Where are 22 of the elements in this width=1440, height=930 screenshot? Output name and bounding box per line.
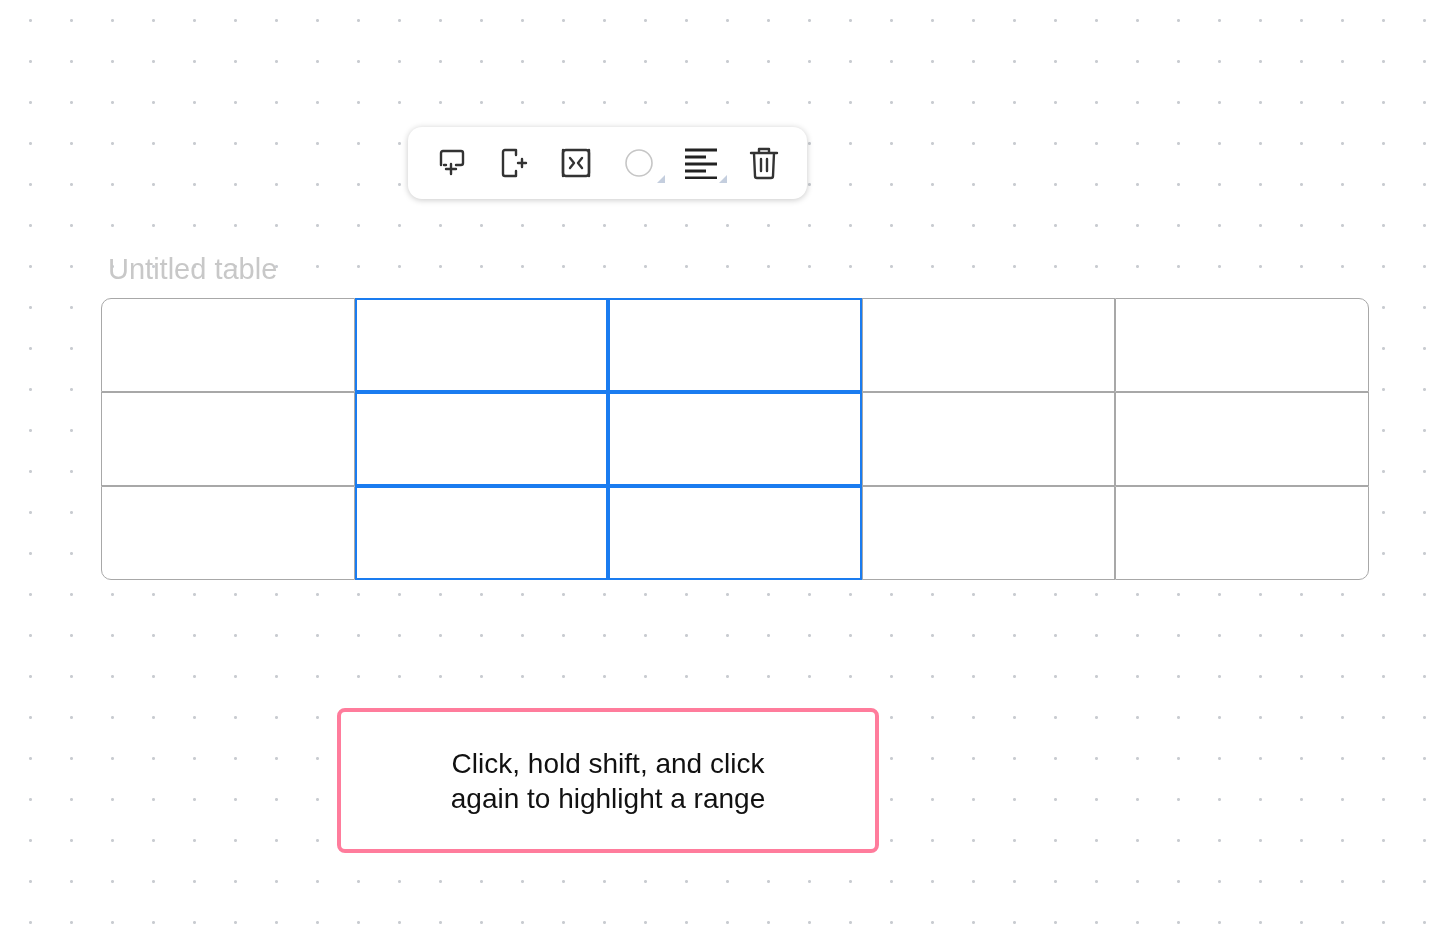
table-cell[interactable]: [1115, 298, 1369, 392]
merge-cells-icon: [560, 147, 593, 179]
align-left-icon: [684, 147, 719, 179]
table-cell[interactable]: [101, 486, 355, 580]
table-cell[interactable]: [1115, 486, 1369, 580]
table-cell[interactable]: [861, 392, 1116, 486]
table-cell[interactable]: [861, 486, 1116, 580]
circle-icon: [623, 148, 654, 178]
table-cell[interactable]: [354, 298, 609, 392]
dropdown-corner-icon: [656, 175, 665, 183]
trash-icon: [748, 146, 779, 180]
table-cell[interactable]: [608, 486, 862, 580]
table-cell[interactable]: [354, 392, 609, 486]
table-cell[interactable]: [861, 298, 1116, 392]
hint-text: Click, hold shift, and click again to highlight a range: [449, 746, 767, 816]
dropdown-corner-icon: [719, 175, 728, 183]
table-cell[interactable]: [354, 486, 609, 580]
table-cell[interactable]: [101, 392, 355, 486]
table-cell[interactable]: [101, 298, 355, 392]
table-cell[interactable]: [1115, 392, 1369, 486]
table-cell[interactable]: [608, 298, 862, 392]
table-cell[interactable]: [608, 392, 862, 486]
